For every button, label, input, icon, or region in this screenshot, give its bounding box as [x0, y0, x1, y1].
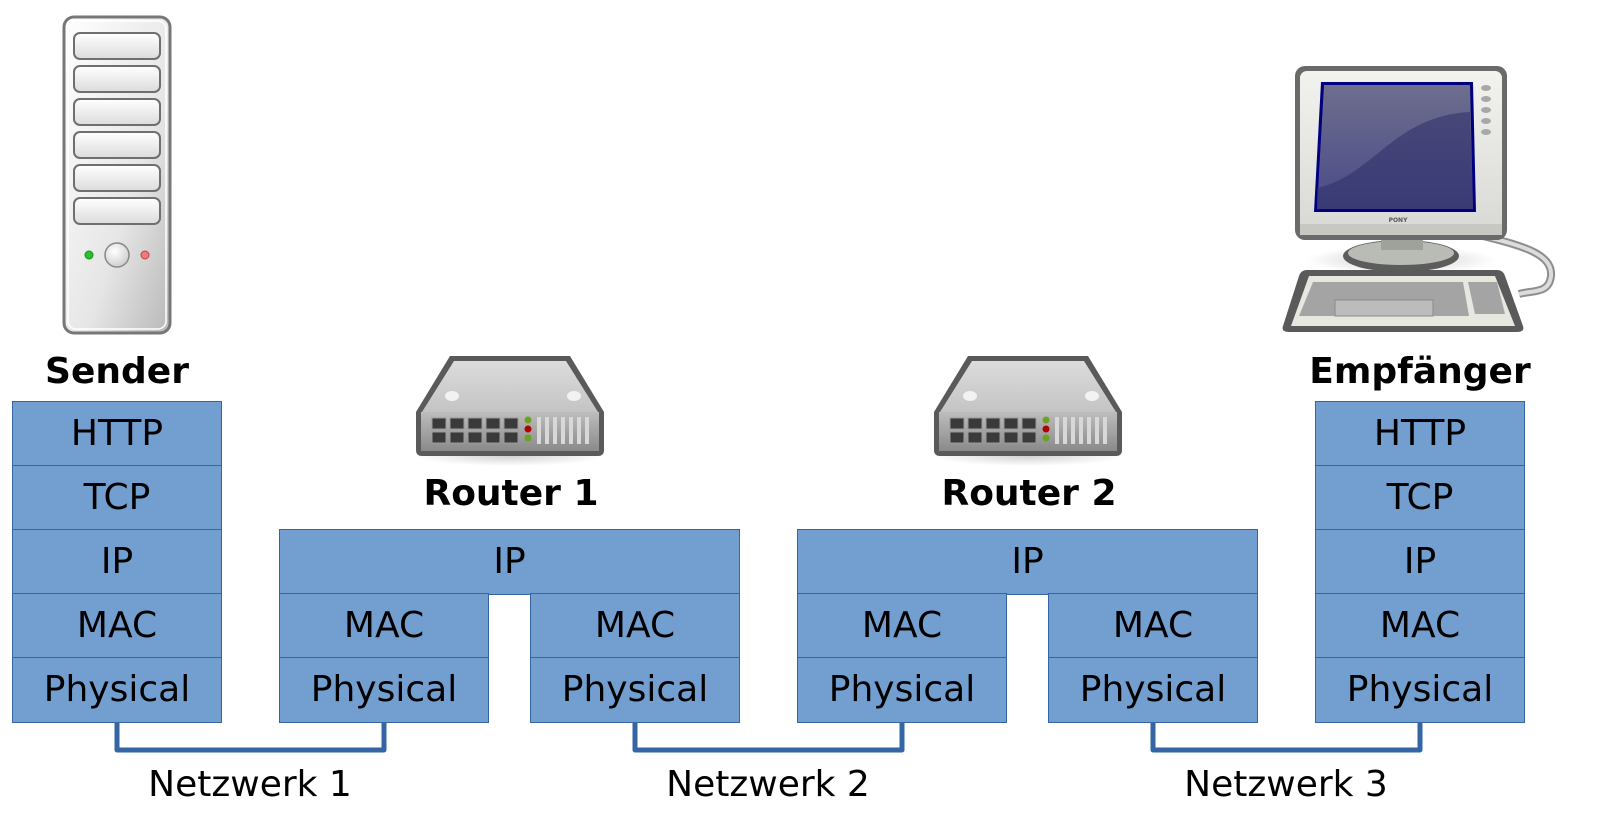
- network-2-label: Netzwerk 2: [666, 764, 870, 805]
- network-1-link: [114, 723, 387, 753]
- network-3-link: [1150, 723, 1423, 753]
- network-2-link: [632, 723, 905, 753]
- network-1-label: Netzwerk 1: [148, 764, 352, 805]
- network-3-label: Netzwerk 3: [1184, 764, 1388, 805]
- network-connectors: [114, 723, 1423, 753]
